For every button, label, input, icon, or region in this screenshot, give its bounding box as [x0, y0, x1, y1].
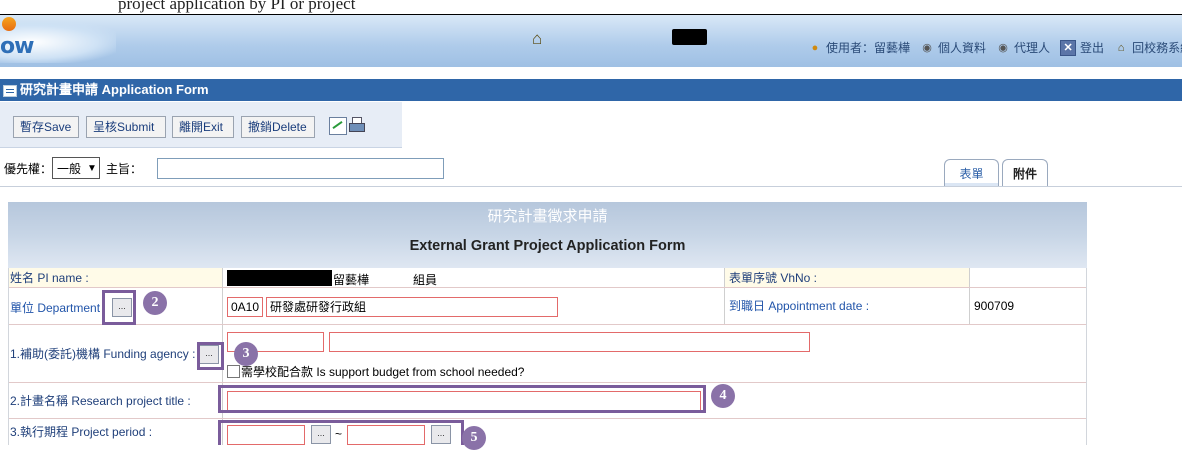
home-icon-small[interactable]: ⌂	[1114, 41, 1128, 55]
callout-5: 5	[462, 426, 486, 450]
save-button[interactable]: 暫存Save	[13, 116, 79, 138]
row-project-title: 2.計畫名稱 Research project title :	[8, 383, 1087, 419]
form-title-en: External Grant Project Application Form	[409, 238, 686, 254]
form-header: 研究計畫徵求申請 External Grant Project Applicat…	[8, 202, 1087, 268]
subject-input[interactable]	[157, 158, 444, 179]
department-value-cell: 0A10 研發處研發行政組	[222, 288, 724, 324]
period-start-date-picker-button[interactable]: ...	[311, 425, 331, 444]
vhno-value	[969, 268, 1087, 287]
pi-name-value-cell: 留藝樺 組員	[222, 268, 724, 287]
form-title-bar: 研究計畫申請 Application Form	[0, 79, 1182, 101]
pi-name-value: 留藝樺	[333, 273, 370, 287]
tab-divider	[0, 186, 1182, 187]
appointment-date-value: 900709	[969, 288, 1087, 324]
proxy-link[interactable]: 代理人	[1014, 39, 1050, 56]
school-budget-checkbox[interactable]	[227, 365, 240, 378]
logout-icon[interactable]: ✕	[1060, 39, 1077, 56]
department-code-field[interactable]: 0A10	[227, 297, 263, 317]
project-title-value-cell	[222, 383, 1087, 418]
top-page-text-strip: project application by PI or project	[0, 0, 1182, 14]
priority-row: 優先權： 一般 ▼ 主旨：	[4, 157, 142, 179]
logout-link[interactable]: 登出	[1080, 39, 1104, 56]
funding-agency-label: 1.補助(委託)機構 Funding agency :	[10, 347, 196, 361]
subject-label: 主旨：	[105, 161, 142, 176]
logo-swoosh-icon	[2, 17, 16, 31]
redaction-block	[227, 270, 332, 286]
vhno-label: 表單序號 VhNo :	[724, 268, 969, 287]
project-period-value-cell: ... ~ ...	[222, 419, 1087, 445]
tab-form[interactable]: 表單	[944, 159, 999, 187]
appointment-date-label: 到職日 Appointment date :	[724, 288, 969, 324]
delete-button[interactable]: 撤銷Delete	[241, 116, 315, 138]
form-title: 研究計畫申請 Application Form	[20, 82, 209, 97]
profile-icon[interactable]: ◉	[920, 41, 934, 55]
user-menu: ● 使用者：留藝樺 ◉ 個人資料 ◉ 代理人 ✕ 登出 ⌂ 回校務系統	[808, 39, 1182, 56]
submit-button[interactable]: 呈核Submit	[86, 116, 166, 138]
priority-selected-value: 一般	[57, 161, 82, 176]
project-period-end-field[interactable]	[347, 425, 425, 445]
period-end-date-picker-button[interactable]: ...	[431, 425, 451, 444]
users-icon: ●	[811, 41, 819, 54]
department-label-cell: 單位 Department ...	[8, 288, 222, 324]
exit-button[interactable]: 離開Exit	[172, 116, 234, 138]
project-title-label: 2.計畫名稱 Research project title :	[10, 394, 191, 408]
row-project-period: 3.執行期程 Project period : ... ~ ...	[8, 419, 1087, 445]
callout-2: 2	[143, 291, 167, 315]
proxy-icon[interactable]: ◉	[996, 41, 1010, 55]
form-icon	[3, 84, 17, 97]
department-name-field[interactable]: 研發處研發行政組	[266, 297, 558, 317]
redaction-block	[672, 29, 707, 45]
pi-job-title: 組員	[413, 273, 438, 287]
logo-text: ow	[0, 34, 34, 59]
project-title-field[interactable]	[227, 391, 701, 411]
funding-agency-lookup-button[interactable]: ...	[199, 345, 219, 364]
project-period-label: 3.執行期程 Project period :	[10, 425, 153, 439]
toolbar: 暫存Save 呈核Submit 離開Exit 撤銷Delete	[0, 102, 402, 148]
funding-agency-label-cell: 1.補助(委託)機構 Funding agency : ...	[8, 325, 222, 382]
top-page-text: project application by PI or project	[118, 0, 356, 13]
logo: ow	[0, 17, 116, 63]
funding-agency-name-field[interactable]	[329, 332, 810, 352]
callout-4: 4	[711, 384, 735, 408]
print-icon[interactable]	[349, 117, 365, 133]
row-funding-agency: 1.補助(委託)機構 Funding agency : ... 需學校配合款 I…	[8, 325, 1087, 383]
priority-select[interactable]: 一般 ▼	[52, 157, 100, 179]
pi-name-label: 姓名 PI name :	[10, 271, 89, 285]
home-icon[interactable]: ⌂	[532, 29, 542, 49]
funding-agency-value-cell: 需學校配合款 Is support budget from school nee…	[222, 325, 1087, 382]
callout-3: 3	[234, 342, 258, 366]
tab-attachment[interactable]: 附件	[1002, 159, 1048, 187]
profile-link[interactable]: 個人資料	[938, 39, 986, 56]
back-to-school-system-link[interactable]: 回校務系統	[1132, 39, 1182, 56]
row-pi-name: 姓名 PI name : 留藝樺 組員 表單序號 VhNo :	[8, 268, 1087, 288]
department-label: 單位 Department	[10, 301, 101, 315]
school-budget-label: 需學校配合款 Is support budget from school nee…	[241, 365, 525, 379]
project-period-start-field[interactable]	[227, 425, 305, 445]
period-separator: ~	[335, 427, 343, 441]
priority-label: 優先權：	[4, 161, 53, 176]
app-header: ow ⌂ ● 使用者：留藝樺 ◉ 個人資料 ◉ 代理人 ✕ 登出 ⌂ 回校務系統	[0, 14, 1182, 67]
row-department: 單位 Department ... 0A10 研發處研發行政組 到職日 Appo…	[8, 288, 1087, 325]
chart-icon[interactable]	[329, 117, 347, 135]
form-title-zh: 研究計畫徵求申請	[487, 208, 608, 225]
chevron-down-icon: ▼	[87, 162, 97, 174]
department-lookup-button[interactable]: ...	[112, 298, 132, 317]
user-label: 使用者：留藝樺	[826, 41, 911, 55]
